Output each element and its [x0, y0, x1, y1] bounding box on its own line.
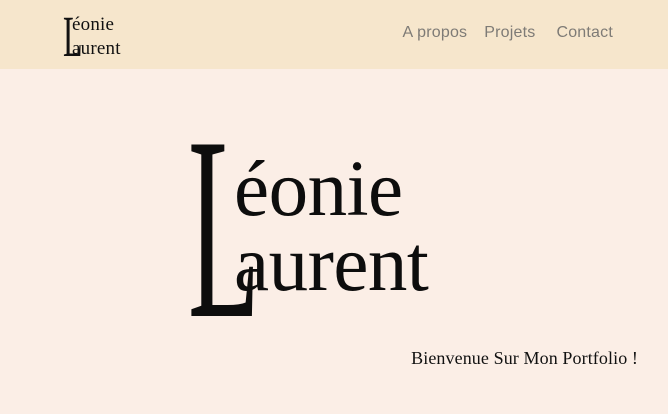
logo-line-2: aurent — [72, 38, 121, 59]
nav-link-contact[interactable]: Contact — [556, 24, 613, 42]
nav-link-projets[interactable]: Projets — [484, 24, 535, 42]
site-logo[interactable]: L éonie aurent — [63, 8, 143, 66]
hero-line-1: éonie — [234, 146, 403, 233]
nav-link-a-propos[interactable]: A propos — [402, 24, 467, 42]
hero-tagline: Bienvenue Sur Mon Portfolio ! — [411, 348, 638, 368]
hero-line-2: aurent — [234, 221, 429, 308]
hero-name-mark: L éonie aurent — [188, 97, 488, 359]
main-nav: A propos Projets Contact — [402, 24, 613, 42]
site-header: L éonie aurent A propos Projets Contact — [0, 0, 668, 69]
logo-line-1: éonie — [72, 14, 115, 35]
